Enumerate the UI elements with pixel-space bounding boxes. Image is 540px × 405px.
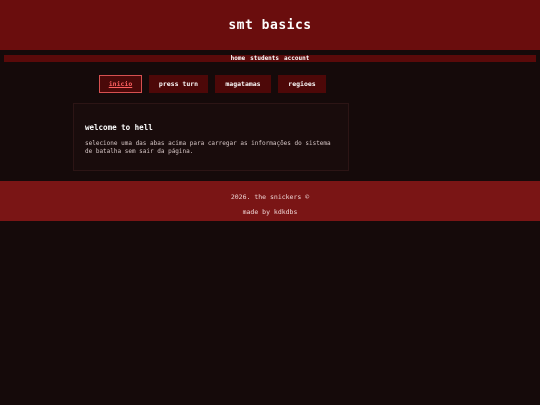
panel-description: selecione uma das abas acima para carreg… (85, 140, 331, 155)
tab-inicio[interactable]: inicio (99, 75, 142, 93)
footer-credit: made by kdkdbs (242, 208, 298, 216)
footer-copyright: 2026. the snickers © (230, 193, 310, 201)
tab-bar: inicio press turn magatamas regioes (99, 75, 326, 93)
page: smt basics home students account inicio … (0, 0, 540, 405)
site-title: smt basics (228, 18, 312, 33)
tab-regioes[interactable]: regioes (278, 75, 326, 93)
tab-press-turn[interactable]: press turn (149, 75, 208, 93)
nav-account-link[interactable]: account (284, 55, 309, 62)
nav-home-link[interactable]: home (231, 55, 245, 62)
nav-students-link[interactable]: students (250, 55, 279, 62)
tab-magatamas[interactable]: magatamas (215, 75, 271, 93)
panel-heading: welcome to hell (85, 123, 153, 132)
content-panel: welcome to hell selecione uma das abas a… (73, 103, 349, 171)
site-header: smt basics (0, 0, 540, 50)
top-nav: home students account (4, 55, 536, 62)
